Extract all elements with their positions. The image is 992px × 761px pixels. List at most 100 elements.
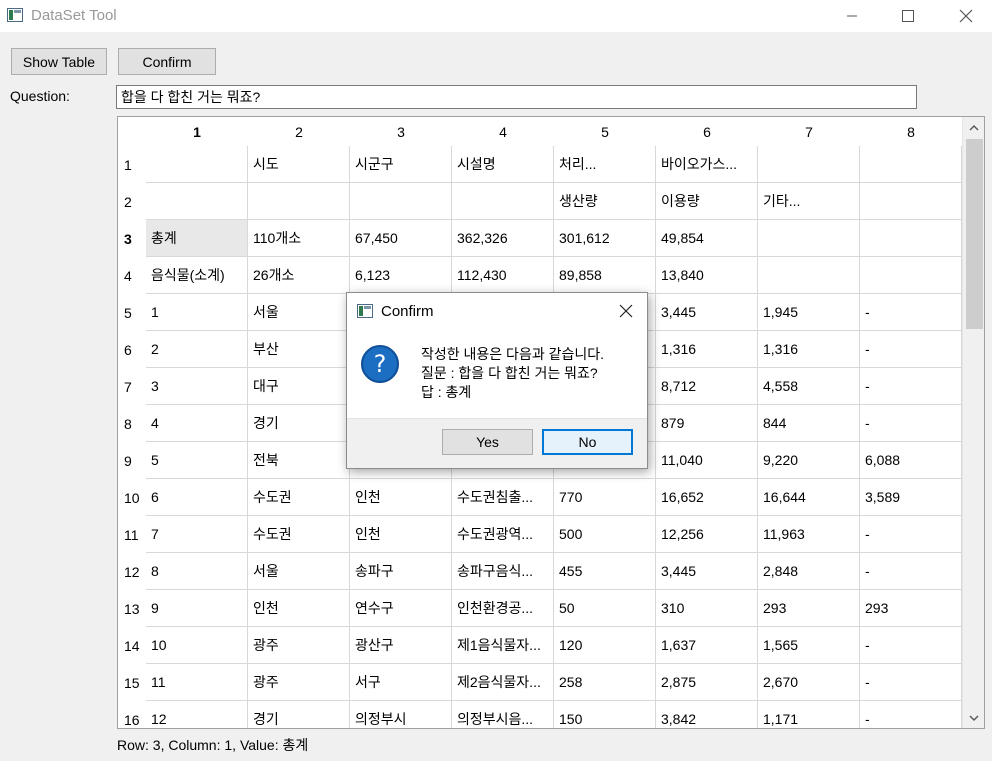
row-header[interactable]: 16 [118,701,146,728]
table-cell[interactable]: 12 [146,701,248,728]
vertical-scrollbar[interactable] [962,117,984,728]
confirm-button[interactable]: Confirm [118,48,216,75]
table-cell[interactable]: 경기 [248,405,350,442]
row-header[interactable]: 7 [118,368,146,405]
table-cell[interactable]: 9,220 [758,442,860,479]
row-header[interactable]: 13 [118,590,146,627]
table-cell[interactable]: 6,123 [350,257,452,294]
minimize-button[interactable] [829,0,875,32]
row-header[interactable]: 12 [118,553,146,590]
table-cell[interactable]: 770 [554,479,656,516]
table-cell[interactable]: 293 [758,590,860,627]
column-header[interactable]: 3 [350,117,452,146]
table-cell[interactable]: 인천 [350,479,452,516]
column-header[interactable]: 2 [248,117,350,146]
table-cell[interactable]: 수도권 [248,516,350,553]
table-cell[interactable]: 16,644 [758,479,860,516]
column-header[interactable]: 1 [146,117,248,146]
table-cell[interactable]: 16,652 [656,479,758,516]
table-cell[interactable]: 송파구음식... [452,553,554,590]
row-header[interactable]: 14 [118,627,146,664]
table-cell[interactable]: 인천 [248,590,350,627]
column-header[interactable]: 8 [860,117,962,146]
table-cell[interactable]: 26개소 [248,257,350,294]
row-header[interactable]: 15 [118,664,146,701]
table-cell[interactable]: 광산구 [350,627,452,664]
column-header[interactable]: 4 [452,117,554,146]
table-cell[interactable]: 310 [656,590,758,627]
table-cell[interactable]: 4,558 [758,368,860,405]
table-cell[interactable]: - [860,553,962,590]
column-header[interactable]: 7 [758,117,860,146]
table-cell[interactable]: 수도권광역... [452,516,554,553]
table-cell[interactable]: 150 [554,701,656,728]
table-cell[interactable]: 경기 [248,701,350,728]
table-cell[interactable]: 3,445 [656,294,758,331]
table-cell[interactable]: - [860,516,962,553]
row-header[interactable]: 1 [118,146,146,183]
table-cell[interactable]: 67,450 [350,220,452,257]
table-cell[interactable]: 2,670 [758,664,860,701]
row-header[interactable]: 3 [118,220,146,257]
table-cell[interactable]: 258 [554,664,656,701]
table-cell[interactable]: 120 [554,627,656,664]
table-cell[interactable] [248,183,350,220]
column-header[interactable]: 6 [656,117,758,146]
table-cell[interactable]: 49,854 [656,220,758,257]
table-cell[interactable]: 5 [146,442,248,479]
table-cell[interactable] [758,146,860,183]
table-cell[interactable]: 수도권침출... [452,479,554,516]
table-cell[interactable]: 2,875 [656,664,758,701]
table-cell[interactable]: 7 [146,516,248,553]
table-cell[interactable]: - [860,331,962,368]
table-cell[interactable]: 3 [146,368,248,405]
table-cell[interactable]: 1 [146,294,248,331]
scroll-up-button[interactable] [963,117,984,137]
row-header[interactable]: 2 [118,183,146,220]
table-cell[interactable]: 서구 [350,664,452,701]
row-header[interactable]: 9 [118,442,146,479]
table-cell[interactable]: 844 [758,405,860,442]
table-cell[interactable]: 8,712 [656,368,758,405]
close-button[interactable] [943,0,989,32]
table-cell[interactable]: 의정부시음... [452,701,554,728]
scroll-down-button[interactable] [963,708,984,728]
table-cell[interactable]: 서울 [248,294,350,331]
row-header[interactable]: 5 [118,294,146,331]
table-cell[interactable]: - [860,664,962,701]
row-header[interactable]: 4 [118,257,146,294]
row-header[interactable]: 10 [118,479,146,516]
table-cell[interactable] [860,146,962,183]
table-cell[interactable]: 총계 [146,220,248,257]
table-cell[interactable]: 1,565 [758,627,860,664]
table-cell[interactable]: 제2음식물자... [452,664,554,701]
table-cell[interactable]: 서울 [248,553,350,590]
table-cell[interactable]: 바이오가스... [656,146,758,183]
table-cell[interactable]: 362,326 [452,220,554,257]
table-cell[interactable]: 대구 [248,368,350,405]
table-cell[interactable]: 10 [146,627,248,664]
table-cell[interactable]: 제1음식물자... [452,627,554,664]
table-cell[interactable]: 전북 [248,442,350,479]
table-cell[interactable]: 인천 [350,516,452,553]
table-cell[interactable]: 3,445 [656,553,758,590]
table-cell[interactable]: 6 [146,479,248,516]
show-table-button[interactable]: Show Table [11,48,107,75]
table-cell[interactable]: 생산량 [554,183,656,220]
table-cell[interactable]: 연수구 [350,590,452,627]
scroll-thumb[interactable] [966,139,983,329]
table-cell[interactable]: - [860,368,962,405]
table-cell[interactable]: 시도 [248,146,350,183]
question-input[interactable]: 합을 다 합친 거는 뭐죠? [116,85,917,109]
table-cell[interactable] [860,183,962,220]
table-cell[interactable]: 6,088 [860,442,962,479]
table-cell[interactable]: 3,842 [656,701,758,728]
table-cell[interactable]: 3,589 [860,479,962,516]
table-cell[interactable]: 의정부시 [350,701,452,728]
table-cell[interactable]: 879 [656,405,758,442]
table-cell[interactable]: 112,430 [452,257,554,294]
table-cell[interactable]: - [860,627,962,664]
table-cell[interactable]: 2,848 [758,553,860,590]
table-cell[interactable]: 12,256 [656,516,758,553]
table-cell[interactable]: 이용량 [656,183,758,220]
